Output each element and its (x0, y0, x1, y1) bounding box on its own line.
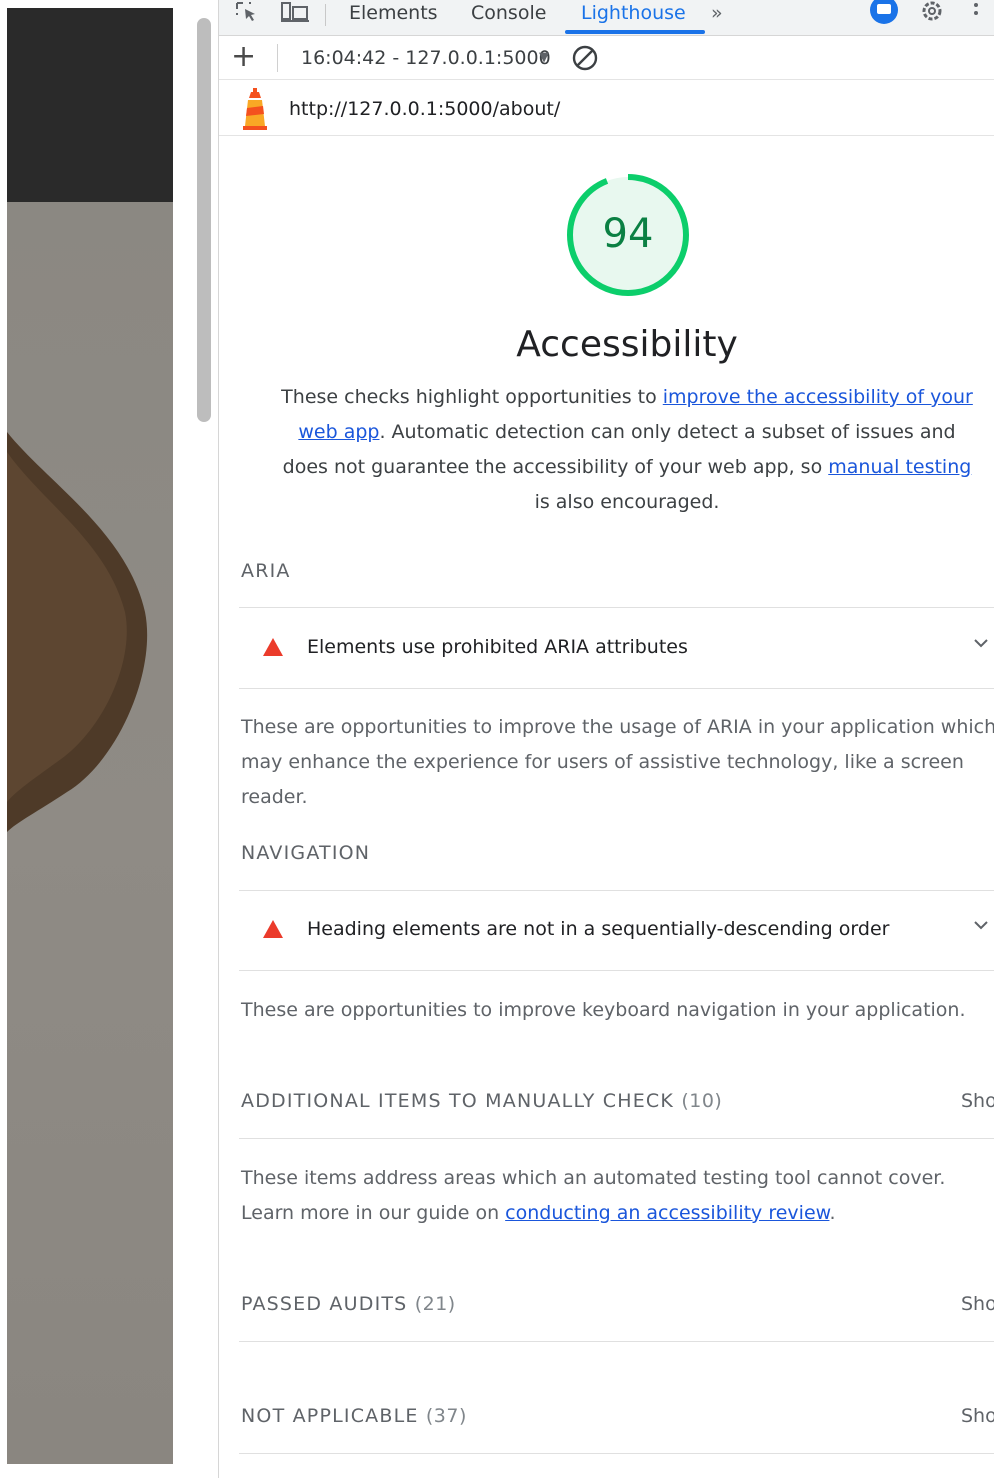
group-title-aria: ARIA (241, 560, 291, 582)
manual-testing-link[interactable]: manual testing (828, 456, 971, 478)
divider (239, 1453, 994, 1454)
more-tabs-button[interactable]: » (711, 0, 723, 30)
category-title: Accessibility (516, 324, 738, 365)
fail-triangle-icon (263, 920, 283, 938)
device-toolbar-icon[interactable] (279, 1, 311, 25)
group-title-not-applicable: NOT APPLICABLE (37) (241, 1403, 467, 1429)
tab-lighthouse[interactable]: Lighthouse (581, 0, 686, 30)
divider (239, 1138, 994, 1139)
audit-title: Elements use prohibited ARIA attributes (307, 636, 688, 658)
group-title-text: NOT APPLICABLE (241, 1405, 419, 1427)
group-desc-text: . (829, 1202, 836, 1224)
caret-down-icon[interactable]: ▼ (539, 44, 549, 72)
divider (239, 1341, 994, 1342)
accessibility-score: 94 (602, 211, 654, 257)
tab-elements[interactable]: Elements (349, 0, 438, 30)
group-description-aria: These are opportunities to improve the u… (241, 716, 994, 808)
group-title-navigation: NAVIGATION (241, 842, 371, 864)
group-title-text: ADDITIONAL ITEMS TO MANUALLY CHECK (241, 1090, 675, 1112)
settings-gear-icon[interactable] (919, 1, 945, 25)
tabbar-separator (325, 4, 326, 26)
group-title-passed: PASSED AUDITS (21) (241, 1291, 456, 1317)
clear-reports-icon[interactable] (571, 44, 599, 72)
inspect-element-icon[interactable] (233, 1, 261, 25)
group-count: (21) (414, 1293, 456, 1315)
divider (239, 607, 994, 608)
devtools-tabbar: Elements Console Lighthouse » (219, 0, 994, 36)
chevron-down-icon[interactable] (973, 918, 989, 932)
show-not-applicable-button[interactable]: Sho (961, 1403, 994, 1429)
group-count: (37) (425, 1405, 467, 1427)
report-url: http://127.0.0.1:5000/about/ (289, 98, 561, 120)
toolbar-divider (277, 44, 278, 72)
group-count: (10) (681, 1090, 723, 1112)
report-selector[interactable]: 16:04:42 - 127.0.0.1:5000 (301, 44, 551, 72)
page-preview (0, 0, 196, 1478)
category-desc-text: These checks highlight opportunities to (281, 386, 663, 408)
show-passed-button[interactable]: Sho (961, 1291, 994, 1317)
divider (239, 890, 994, 891)
divider (239, 970, 994, 971)
group-title-text: PASSED AUDITS (241, 1293, 408, 1315)
group-title-manual-check: ADDITIONAL ITEMS TO MANUALLY CHECK (10) (241, 1088, 722, 1114)
tab-console[interactable]: Console (471, 0, 546, 30)
category-desc-text: is also encouraged. (534, 491, 720, 513)
lighthouse-logo-icon (243, 88, 267, 130)
active-tab-indicator (565, 30, 705, 34)
new-report-button[interactable]: + (231, 39, 256, 75)
report-url-bar: http://127.0.0.1:5000/about/ (219, 80, 994, 136)
devtools-panel: Elements Console Lighthouse » + 16:04:42… (218, 0, 994, 1478)
show-manual-button[interactable]: Sho (961, 1088, 994, 1114)
audit-row-heading-order[interactable]: Heading elements are not in a sequential… (239, 892, 994, 970)
divider (239, 688, 994, 689)
group-description-manual: These items address areas which an autom… (241, 1161, 994, 1231)
audit-title: Heading elements are not in a sequential… (307, 918, 890, 940)
ai-assistance-icon[interactable] (867, 0, 901, 24)
chevron-down-icon[interactable] (973, 636, 989, 650)
audit-row-aria-prohibited-attr[interactable]: Elements use prohibited ARIA attributes (239, 610, 994, 688)
page-scrollbar-thumb[interactable] (197, 18, 211, 422)
group-description-navigation: These are opportunities to improve keybo… (241, 999, 966, 1021)
category-description: These checks highlight opportunities to … (281, 380, 973, 520)
page-hero-image (7, 202, 173, 1464)
more-options-icon[interactable] (971, 1, 981, 25)
page-header-dark (7, 8, 173, 202)
accessibility-review-link[interactable]: conducting an accessibility review (505, 1202, 829, 1224)
lighthouse-toolbar: + 16:04:42 - 127.0.0.1:5000 ▼ (219, 36, 994, 80)
fail-triangle-icon (263, 638, 283, 656)
